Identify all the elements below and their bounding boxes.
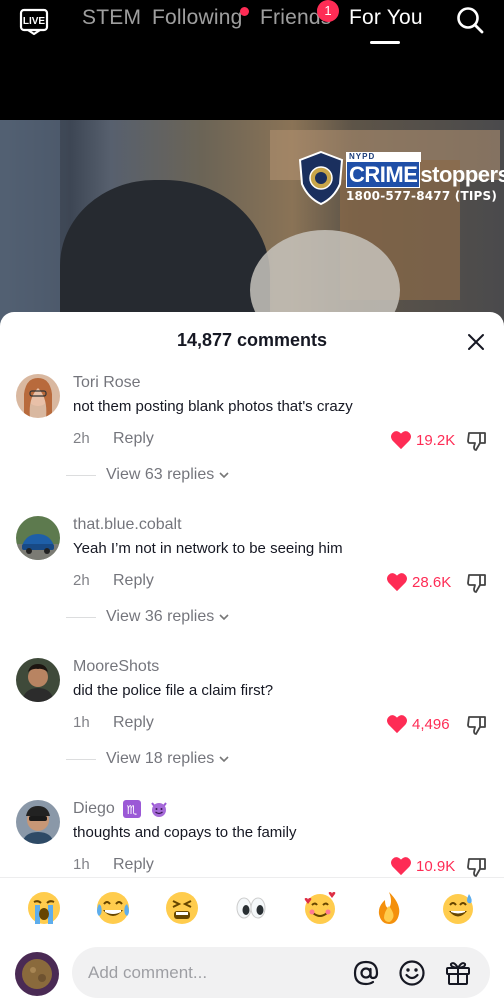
dislike-icon[interactable] [466,856,488,878]
comment-item: that.blue.cobalt Yeah I’m not in network… [0,516,504,658]
like-count: 19.2K [416,431,456,449]
stoppers-label: stoppers [420,162,504,187]
top-navigation: LIVE STEM Following Friends 1 For You [0,0,504,120]
like-button[interactable]: 28.6K [386,571,451,593]
like-button[interactable]: 19.2K [390,429,455,451]
comment-username[interactable]: Tori Rose [73,374,141,392]
replies-divider [66,474,96,476]
view-replies-button[interactable]: View 36 replies [66,608,230,626]
heart-icon [391,857,411,876]
view-replies-button[interactable]: View 63 replies [66,466,230,484]
comment-text: thoughts and copays to the family [73,824,297,841]
chevron-down-icon [219,614,229,621]
heart-icon [387,573,407,592]
dislike-icon[interactable] [466,430,488,452]
comment-item: MooreShots did the police file a claim f… [0,658,504,800]
avatar[interactable] [16,658,60,702]
live-label: LIVE [23,16,46,27]
like-button[interactable]: 4,496 [386,713,450,735]
crimestoppers-title: CRIME stoppers [346,161,504,188]
svg-text:♏: ♏ [127,803,138,817]
dislike-icon[interactable] [466,714,488,736]
replies-divider [66,758,96,760]
comment-username[interactable]: Diego ♏ [73,800,168,818]
tired-face-emoji[interactable] [164,890,200,926]
view-replies-label: View 18 replies [106,750,215,767]
face-with-tears-of-joy-emoji[interactable] [95,890,131,926]
chevron-down-icon [219,472,229,479]
reply-button[interactable]: Reply [113,714,154,732]
video-frame-shape [0,120,60,325]
comment-time: 1h [73,714,90,731]
scorpio-icon: ♏ [123,800,142,818]
reply-button[interactable]: Reply [113,856,154,874]
comments-count-title: 14,877 comments [176,330,328,350]
comment-username[interactable]: MooreShots [73,658,159,676]
police-badge-icon [298,150,344,206]
close-icon[interactable] [466,332,486,352]
like-button[interactable]: 10.9K [390,855,455,877]
view-replies-label: View 36 replies [106,608,215,625]
smiling-face-with-hearts-emoji[interactable] [302,890,338,926]
comment-username[interactable]: that.blue.cobalt [73,516,182,534]
emoji-icon[interactable] [398,959,426,987]
grinning-face-with-sweat-emoji[interactable] [440,890,476,926]
like-count: 28.6K [412,573,452,591]
tab-for-you[interactable]: For You [349,6,423,30]
view-replies-label: View 63 replies [106,466,215,483]
crime-label: CRIME [346,161,421,188]
comment-text: not them posting blank photos that's cra… [73,398,353,415]
view-replies-button[interactable]: View 18 replies [66,750,230,768]
heart-icon [387,715,407,734]
chevron-down-icon [219,756,229,763]
tips-phone: 1800-577-8477 (TIPS) [346,189,498,203]
tab-stem[interactable]: STEM [82,6,141,30]
comment-item: Tori Rose not them posting blank photos … [0,374,504,516]
comment-text: did the police file a claim first? [73,682,274,699]
search-icon[interactable] [455,5,485,35]
smiling-devil-icon [150,802,167,817]
video-frame-shape [60,180,270,325]
heart-icon [391,431,411,450]
avatar[interactable] [16,800,60,844]
avatar[interactable] [16,516,60,560]
comment-composer [72,947,490,998]
my-avatar[interactable] [15,952,59,996]
comment-time: 1h [73,856,90,873]
add-comment-input[interactable] [88,947,338,998]
mention-icon[interactable] [352,959,380,987]
reply-button[interactable]: Reply [113,430,154,448]
quick-emoji-bar [0,877,504,945]
active-tab-indicator [370,41,400,44]
comment-username-text: Diego [73,800,115,818]
replies-divider [66,616,96,618]
fire-emoji[interactable] [371,890,407,926]
loudly-crying-face-emoji[interactable] [26,890,62,926]
crimestoppers-logo: NYPD CRIME stoppers 1800-577-8477 (TIPS) [298,150,504,210]
comment-time: 2h [73,572,90,589]
following-notification-dot [240,7,249,16]
dislike-icon[interactable] [466,572,488,594]
avatar[interactable] [16,374,60,418]
like-count: 10.9K [416,857,456,875]
eyes-emoji[interactable] [233,890,269,926]
comment-time: 2h [73,430,90,447]
gift-icon[interactable] [444,959,472,987]
tab-following[interactable]: Following [152,6,243,30]
like-count: 4,496 [412,715,450,733]
live-icon[interactable]: LIVE [19,6,49,36]
reply-button[interactable]: Reply [113,572,154,590]
friends-badge: 1 [317,0,339,22]
comment-text: Yeah I’m not in network to be seeing him [73,540,343,557]
